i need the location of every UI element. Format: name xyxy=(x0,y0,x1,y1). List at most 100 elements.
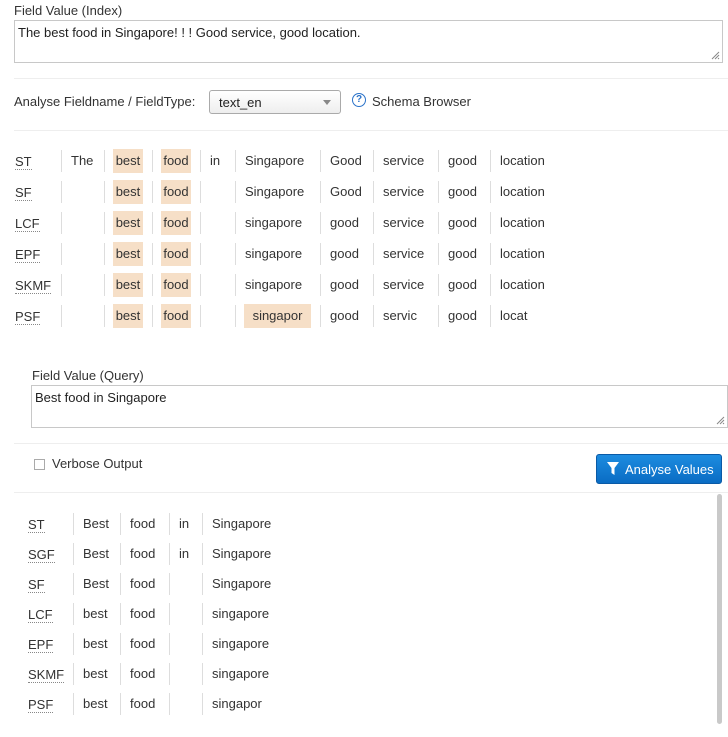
token-cell: Best xyxy=(83,516,110,531)
token-cell: good xyxy=(330,308,359,323)
filter-name-st[interactable]: ST xyxy=(15,155,32,170)
token-cell xyxy=(170,602,202,626)
token-cell: singapor xyxy=(244,304,311,328)
filter-name-st[interactable]: ST xyxy=(28,518,45,533)
divider xyxy=(14,443,728,444)
token-cell: good xyxy=(330,215,359,230)
filter-name-epf[interactable]: EPF xyxy=(15,248,41,263)
token-cell: singapor xyxy=(212,696,262,711)
query-field-value: Best food in Singapore xyxy=(35,390,167,405)
column-divider xyxy=(104,243,105,265)
column-divider xyxy=(152,274,153,296)
token-cell: good xyxy=(448,246,477,261)
analyse-fieldname-label: Analyse Fieldname / FieldType: xyxy=(14,94,196,109)
token-cell: Good xyxy=(330,153,362,168)
token-cell: good xyxy=(448,308,477,323)
token-cell: service xyxy=(383,153,425,168)
token-cell xyxy=(62,242,104,266)
token-cell xyxy=(170,662,202,686)
token-cell xyxy=(62,180,104,204)
token-cell: food xyxy=(130,606,156,621)
token-cell: good xyxy=(330,246,359,261)
token-cell: location xyxy=(500,184,545,199)
scrollbar[interactable] xyxy=(717,494,722,724)
divider xyxy=(14,130,728,131)
token-cell: good xyxy=(330,277,359,292)
token-cell: food xyxy=(130,516,156,531)
filter-name-psf[interactable]: PSF xyxy=(15,310,41,325)
token-cell: food xyxy=(130,666,156,681)
filter-name-sf[interactable]: SF xyxy=(15,186,32,201)
token-cell: in xyxy=(210,153,221,168)
token-cell: service xyxy=(383,215,425,230)
token-cell xyxy=(201,211,234,235)
filter-name-psf[interactable]: PSF xyxy=(28,698,54,713)
token-cell: Singapore xyxy=(212,516,272,531)
token-cell xyxy=(170,692,202,716)
token-cell: food xyxy=(130,696,156,711)
filter-name-skmf[interactable]: SKMF xyxy=(15,279,52,294)
query-field-label: Field Value (Query) xyxy=(32,368,144,383)
divider xyxy=(14,78,728,79)
resize-grip-icon[interactable] xyxy=(715,415,725,425)
column-divider xyxy=(104,150,105,172)
token-cell: location xyxy=(500,277,545,292)
token-cell: Singapore xyxy=(245,153,305,168)
column-divider xyxy=(152,212,153,234)
token-cell: food xyxy=(161,211,191,235)
column-divider xyxy=(104,212,105,234)
help-icon[interactable]: ? xyxy=(352,93,366,107)
column-divider xyxy=(104,181,105,203)
filter-name-skmf[interactable]: SKMF xyxy=(28,668,65,683)
token-cell: food xyxy=(161,149,191,173)
index-field-textarea[interactable]: The best food in Singapore! ! ! Good ser… xyxy=(14,20,723,63)
column-divider xyxy=(104,274,105,296)
token-cell: singapore xyxy=(245,246,303,261)
resize-grip-icon[interactable] xyxy=(710,50,720,60)
filter-name-sf[interactable]: SF xyxy=(28,578,45,593)
token-cell: singapore xyxy=(212,666,270,681)
filter-name-epf[interactable]: EPF xyxy=(28,638,54,653)
verbose-checkbox[interactable] xyxy=(34,459,45,470)
schema-browser-link[interactable]: Schema Browser xyxy=(372,94,471,109)
token-cell: location xyxy=(500,153,545,168)
token-cell: locat xyxy=(500,308,528,323)
token-cell: best xyxy=(83,696,108,711)
fieldtype-select[interactable]: text_en xyxy=(209,90,341,114)
token-cell: in xyxy=(179,516,190,531)
token-cell: good xyxy=(448,153,477,168)
token-cell: Singapore xyxy=(245,184,305,199)
token-cell xyxy=(201,242,234,266)
token-cell xyxy=(170,632,202,656)
token-cell: service xyxy=(383,246,425,261)
token-cell xyxy=(201,304,234,328)
token-cell: singapore xyxy=(245,277,303,292)
token-cell: food xyxy=(130,576,156,591)
token-cell: best xyxy=(113,273,143,297)
token-cell xyxy=(62,304,104,328)
divider xyxy=(14,492,728,493)
token-cell: good xyxy=(448,277,477,292)
column-divider xyxy=(152,305,153,327)
filter-icon xyxy=(607,462,619,475)
token-cell: best xyxy=(113,211,143,235)
index-field-label: Field Value (Index) xyxy=(14,3,123,18)
token-cell: best xyxy=(83,636,108,651)
filter-name-lcf[interactable]: LCF xyxy=(28,608,53,623)
filter-name-lcf[interactable]: LCF xyxy=(15,217,40,232)
token-cell: best xyxy=(113,242,143,266)
token-cell: best xyxy=(83,606,108,621)
token-cell: singapore xyxy=(245,215,303,230)
query-field-textarea[interactable]: Best food in Singapore xyxy=(31,385,728,428)
token-cell: Best xyxy=(83,576,110,591)
fieldtype-selected-value: text_en xyxy=(219,95,262,110)
token-cell: food xyxy=(161,180,191,204)
token-cell: good xyxy=(448,184,477,199)
filter-name-sgf[interactable]: SGF xyxy=(28,548,55,563)
token-cell: good xyxy=(448,215,477,230)
token-cell: The xyxy=(71,153,94,168)
analyse-values-button[interactable]: Analyse Values xyxy=(596,454,722,484)
token-cell: service xyxy=(383,184,425,199)
token-cell: in xyxy=(179,546,190,561)
token-cell: service xyxy=(383,277,425,292)
